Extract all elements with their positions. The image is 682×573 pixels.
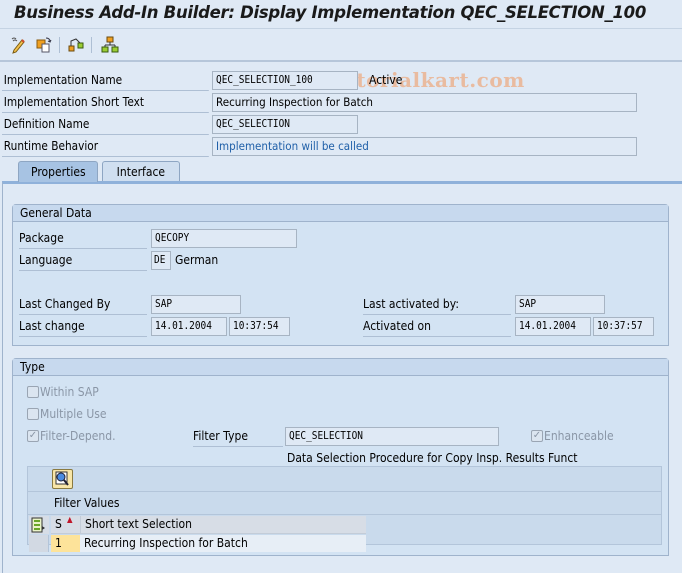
language-code-field[interactable]: DE bbox=[151, 251, 171, 270]
filter-type-label: Filter Type bbox=[193, 427, 283, 447]
short-text-value: Recurring Inspection for Batch bbox=[216, 95, 373, 109]
tab-properties-label: Properties bbox=[30, 165, 86, 179]
column-header-s[interactable]: S ▲ bbox=[51, 515, 80, 534]
application-toolbar: © www.tutorialkart.com bbox=[0, 29, 682, 92]
last-changed-by-label: Last Changed By bbox=[19, 295, 147, 315]
layout-icon bbox=[31, 517, 45, 533]
last-change-date-field[interactable]: 14.01.2004 bbox=[151, 317, 227, 336]
short-text-field[interactable]: Recurring Inspection for Batch bbox=[212, 93, 637, 112]
last-changed-by-value: SAP bbox=[155, 298, 173, 310]
activated-on-time-field[interactable]: 10:37:57 bbox=[593, 317, 654, 336]
filter-values-title: Filter Values bbox=[28, 492, 661, 515]
tab-interface-label: Interface bbox=[116, 165, 166, 179]
cell-s[interactable]: 1 bbox=[51, 535, 80, 552]
type-header: Type bbox=[13, 359, 668, 376]
general-data-title: General Data bbox=[20, 206, 92, 220]
column-header-short-text[interactable]: Short text Selection bbox=[80, 516, 366, 534]
last-activated-by-field[interactable]: SAP bbox=[515, 295, 605, 314]
find-button[interactable] bbox=[52, 469, 73, 489]
activated-on-date: 14.01.2004 bbox=[519, 320, 576, 332]
package-label: Package bbox=[19, 229, 147, 249]
toolbar-separator bbox=[59, 37, 60, 53]
table-toolbar bbox=[28, 467, 661, 492]
package-field[interactable]: QECOPY bbox=[151, 229, 297, 248]
definition-name-label: Definition Name bbox=[2, 115, 209, 135]
language-code: DE bbox=[154, 254, 166, 266]
impl-name-label: Implementation Name bbox=[2, 71, 209, 91]
checkbox-box bbox=[27, 407, 39, 420]
within-sap-checkbox[interactable]: Within SAP bbox=[27, 385, 105, 401]
tab-properties[interactable]: Properties bbox=[18, 161, 98, 182]
language-name: German bbox=[175, 253, 219, 267]
properties-panel: General Data Package QECOPY Language DE … bbox=[2, 181, 682, 573]
general-data-header: General Data bbox=[13, 205, 668, 222]
last-activated-by-label: Last activated by: bbox=[363, 295, 511, 315]
general-data-group: General Data Package QECOPY Language DE … bbox=[12, 204, 669, 346]
definition-name-value: QEC_SELECTION bbox=[216, 118, 290, 130]
last-change-date: 14.01.2004 bbox=[155, 320, 212, 332]
type-group: Type Within SAP Multiple Use ✓ Filter-Dep… bbox=[12, 358, 669, 556]
impl-name-value: QEC_SELECTION_100 bbox=[216, 74, 313, 86]
last-change-time: 10:37:54 bbox=[233, 320, 279, 332]
runtime-behavior-label: Runtime Behavior bbox=[2, 137, 209, 157]
filter-type-value: QEC_SELECTION bbox=[289, 430, 363, 442]
type-title: Type bbox=[20, 360, 45, 374]
row-selector[interactable] bbox=[29, 535, 49, 552]
activated-on-date-field[interactable]: 14.01.2004 bbox=[515, 317, 591, 336]
cell-short-text[interactable]: Recurring Inspection for Batch bbox=[80, 535, 366, 552]
filter-values-table: Filter Values S ▲ Short text Selection 1… bbox=[27, 466, 662, 552]
tab-interface[interactable]: Interface bbox=[102, 161, 180, 182]
window-title: Business Add-In Builder: Display Impleme… bbox=[14, 3, 647, 22]
other-object-icon[interactable] bbox=[35, 36, 53, 54]
activated-on-label: Activated on bbox=[363, 317, 511, 337]
last-changed-by-field[interactable]: SAP bbox=[151, 295, 241, 314]
runtime-behavior-value: Implementation will be called bbox=[216, 139, 369, 153]
last-change-label: Last change bbox=[19, 317, 147, 337]
impl-name-field[interactable]: QEC_SELECTION_100 bbox=[212, 71, 358, 90]
checkmark-icon: ✓ bbox=[27, 429, 39, 442]
select-all-button[interactable] bbox=[29, 516, 49, 534]
activated-on-time: 10:37:57 bbox=[597, 320, 643, 332]
last-activated-by-value: SAP bbox=[519, 298, 537, 310]
checkmark-icon: ✓ bbox=[531, 429, 543, 442]
package-value: QECOPY bbox=[155, 232, 190, 244]
runtime-behavior-field[interactable]: Implementation will be called bbox=[212, 137, 637, 156]
checkbox-box bbox=[27, 385, 39, 398]
display-change-icon[interactable] bbox=[10, 36, 28, 54]
title-bar: Business Add-In Builder: Display Impleme… bbox=[0, 0, 682, 29]
impl-status: Active bbox=[369, 73, 403, 87]
toolbar-separator bbox=[91, 37, 92, 53]
enhanceable-checkbox[interactable]: ✓ Enhanceable bbox=[531, 429, 621, 445]
short-text-label: Implementation Short Text bbox=[2, 93, 209, 113]
definition-icon[interactable] bbox=[67, 36, 85, 54]
filter-type-field[interactable]: QEC_SELECTION bbox=[285, 427, 499, 446]
filter-depend-checkbox[interactable]: ✓ Filter-Depend. bbox=[27, 429, 124, 445]
language-label: Language bbox=[19, 251, 147, 271]
definition-name-field[interactable]: QEC_SELECTION bbox=[212, 115, 358, 134]
hierarchy-icon[interactable] bbox=[101, 36, 119, 54]
sort-ascending-icon: ▲ bbox=[67, 515, 73, 524]
find-icon bbox=[55, 471, 69, 486]
last-change-time-field[interactable]: 10:37:54 bbox=[229, 317, 290, 336]
multiple-use-checkbox[interactable]: Multiple Use bbox=[27, 407, 114, 423]
